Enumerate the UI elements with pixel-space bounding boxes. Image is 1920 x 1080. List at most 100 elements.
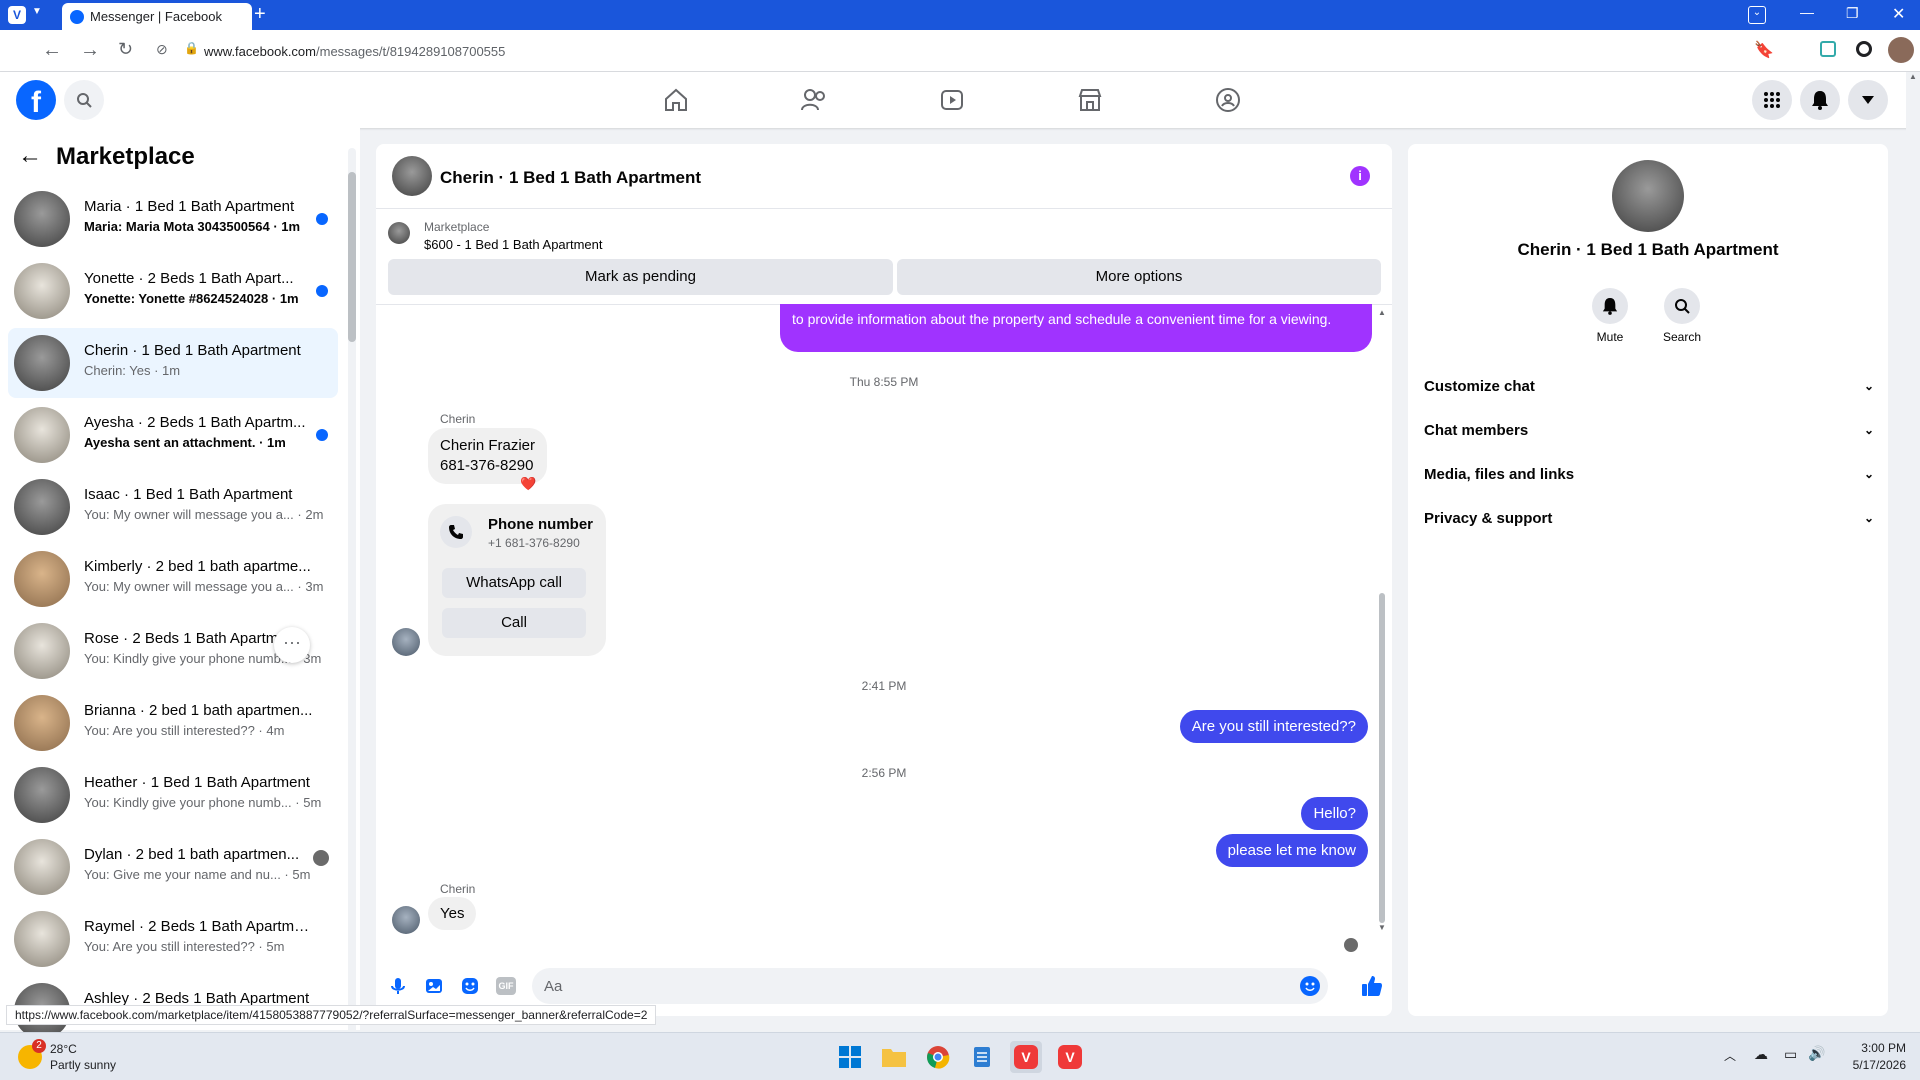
sender-avatar[interactable] [392, 628, 420, 656]
minimize-icon[interactable]: — [1800, 4, 1814, 20]
more-actions-icon[interactable]: ··· [274, 627, 310, 663]
conversation-item[interactable]: Kimberly · 2 bed 1 bath apartme... You: M… [8, 544, 338, 614]
conversation-item[interactable]: Isaac · 1 Bed 1 Bath Apartment You: My ow… [8, 472, 338, 542]
conversation-item[interactable]: Dylan · 2 bed 1 bath apartmen... You: Giv… [8, 832, 338, 902]
home-icon[interactable] [660, 84, 692, 116]
conversation-item[interactable]: Brianna · 2 bed 1 bath apartmen... You: A… [8, 688, 338, 758]
notepad-icon[interactable] [966, 1041, 998, 1073]
search-icon[interactable] [64, 80, 104, 120]
vivaldi-icon[interactable]: V [1010, 1041, 1042, 1073]
mute-button[interactable] [1592, 288, 1628, 324]
message-text: Cherin Frazier [440, 437, 536, 454]
record-icon[interactable] [1856, 41, 1872, 57]
menu-grid-icon[interactable] [1752, 80, 1792, 120]
video-icon[interactable] [936, 84, 968, 116]
conversation-item[interactable]: Cherin · 1 Bed 1 Bath Apartment Cherin: Y… [8, 328, 338, 398]
listing-title[interactable]: $600 - 1 Bed 1 Bath Apartment [424, 237, 603, 252]
lock-icon: 🔒 [184, 41, 199, 55]
scroll-down-icon[interactable]: ▼ [1378, 923, 1386, 932]
profile-avatar[interactable] [1888, 37, 1914, 63]
emoji-icon[interactable] [1300, 976, 1320, 996]
info-section-row[interactable]: Media, files and links ⌄ [1424, 456, 1874, 492]
microphone-icon[interactable] [388, 976, 408, 996]
notifications-bell-icon[interactable] [1800, 80, 1840, 120]
conversation-name: Dylan · 2 bed 1 bath apartmen... [84, 846, 300, 863]
forward-icon[interactable]: → [80, 39, 100, 62]
heart-reaction[interactable]: ❤️ [520, 476, 536, 492]
clock-date[interactable]: 5/17/2026 [1836, 1058, 1906, 1072]
conversation-snippet: Ayesha sent an attachment. · 1m [84, 435, 286, 450]
account-chevron-icon[interactable] [1848, 80, 1888, 120]
back-arrow-icon[interactable]: ← [18, 142, 42, 170]
chrome-icon[interactable] [922, 1041, 954, 1073]
scroll-up-icon[interactable]: ▲ [1378, 308, 1386, 317]
conversation-snippet: Yonette: Yonette #8624524028 · 1m [84, 291, 299, 306]
conversation-item[interactable]: Maria · 1 Bed 1 Bath Apartment Maria: Mar… [8, 184, 338, 254]
info-section-label: Privacy & support [1424, 509, 1553, 527]
facebook-favicon-icon [70, 9, 84, 24]
file-explorer-icon[interactable] [878, 1041, 910, 1073]
thumbs-up-icon[interactable] [1360, 974, 1384, 998]
weather-desc[interactable]: Partly sunny [50, 1058, 116, 1072]
conversation-item[interactable]: Yonette · 2 Beds 1 Bath Apart... Yonette:… [8, 256, 338, 326]
scroll-up-icon[interactable]: ▲ [1906, 72, 1920, 81]
vivaldi-menu-icon[interactable]: V [8, 6, 26, 24]
tray-chevron-icon[interactable]: ︿ [1724, 1047, 1736, 1064]
scrollbar-thumb[interactable] [348, 172, 356, 342]
scrollbar[interactable] [348, 148, 356, 1038]
clock-time[interactable]: 3:00 PM [1836, 1041, 1906, 1055]
bookmark-icon[interactable]: 🔖 [1754, 40, 1774, 60]
tab-list-icon[interactable]: ⌄ [1748, 6, 1766, 24]
cloud-icon[interactable]: ☁ [1754, 1046, 1768, 1063]
reload-icon[interactable]: ↻ [118, 39, 133, 60]
contact-avatar[interactable] [1612, 160, 1684, 232]
network-icon[interactable]: ▭ [1784, 1046, 1797, 1063]
start-icon[interactable] [834, 1041, 866, 1073]
chevron-down-icon[interactable]: ▼ [32, 6, 42, 17]
photo-icon[interactable] [424, 976, 444, 996]
search-chat-button[interactable] [1664, 288, 1700, 324]
info-section-row[interactable]: Chat members ⌄ [1424, 412, 1874, 448]
mark-pending-button[interactable]: Mark as pending [388, 259, 893, 295]
conversation-avatar [14, 623, 70, 679]
groups-icon[interactable] [1212, 84, 1244, 116]
call-button[interactable]: Call [442, 608, 586, 638]
info-section-row[interactable]: Customize chat ⌄ [1424, 368, 1874, 404]
new-tab-icon[interactable]: + [254, 3, 266, 26]
sender-avatar[interactable] [392, 906, 420, 934]
conversation-item[interactable]: Raymel · 2 Beds 1 Bath Apartment You: Are… [8, 904, 338, 974]
gif-icon[interactable]: GIF [496, 977, 516, 995]
extension-icon[interactable] [1820, 41, 1836, 57]
weather-temp[interactable]: 28°C [50, 1042, 77, 1056]
chat-scrollbar[interactable]: ▲ ▼ [1378, 308, 1386, 948]
conversation-snippet: You: Kindly give your phone numb... · 5m [84, 795, 322, 810]
scrollbar-thumb[interactable] [1379, 593, 1385, 923]
volume-icon[interactable]: 🔊 [1808, 1045, 1825, 1062]
shield-icon[interactable]: ⊘ [156, 41, 168, 58]
close-icon[interactable]: ✕ [1892, 4, 1905, 24]
conversation-list-panel: ← Marketplace Maria · 1 Bed 1 Bath Apart… [0, 128, 360, 1039]
page-scrollbar[interactable]: ▲ [1906, 72, 1920, 1032]
url-field[interactable]: www.facebook.com/messages/t/819428910870… [204, 44, 505, 59]
message-input[interactable]: Aa [532, 968, 1328, 1004]
info-icon[interactable]: i [1350, 166, 1370, 186]
facebook-logo-icon[interactable]: f [16, 80, 56, 120]
vivaldi-icon[interactable]: V [1054, 1041, 1086, 1073]
friends-icon[interactable] [798, 84, 830, 116]
listing-thumb[interactable] [388, 222, 410, 244]
tab-messenger[interactable]: Messenger | Facebook [62, 3, 252, 30]
bell-icon [1602, 298, 1618, 315]
more-options-button[interactable]: More options [897, 259, 1381, 295]
chat-avatar[interactable] [392, 156, 432, 196]
restore-icon[interactable]: ❐ [1846, 5, 1859, 22]
info-section-row[interactable]: Privacy & support ⌄ [1424, 500, 1874, 536]
chat-panel: Cherin · 1 Bed 1 Bath Apartment i Market… [376, 144, 1392, 1016]
sticker-icon[interactable] [460, 976, 480, 996]
chat-title[interactable]: Cherin · 1 Bed 1 Bath Apartment [440, 168, 701, 188]
conversation-item[interactable]: Heather · 1 Bed 1 Bath Apartment You: Kin… [8, 760, 338, 830]
conversation-avatar [14, 191, 70, 247]
conversation-item[interactable]: Ayesha · 2 Beds 1 Bath Apartm... Ayesha s… [8, 400, 338, 470]
marketplace-icon[interactable] [1074, 84, 1106, 116]
whatsapp-call-button[interactable]: WhatsApp call [442, 568, 586, 598]
back-icon[interactable]: ← [42, 39, 62, 62]
